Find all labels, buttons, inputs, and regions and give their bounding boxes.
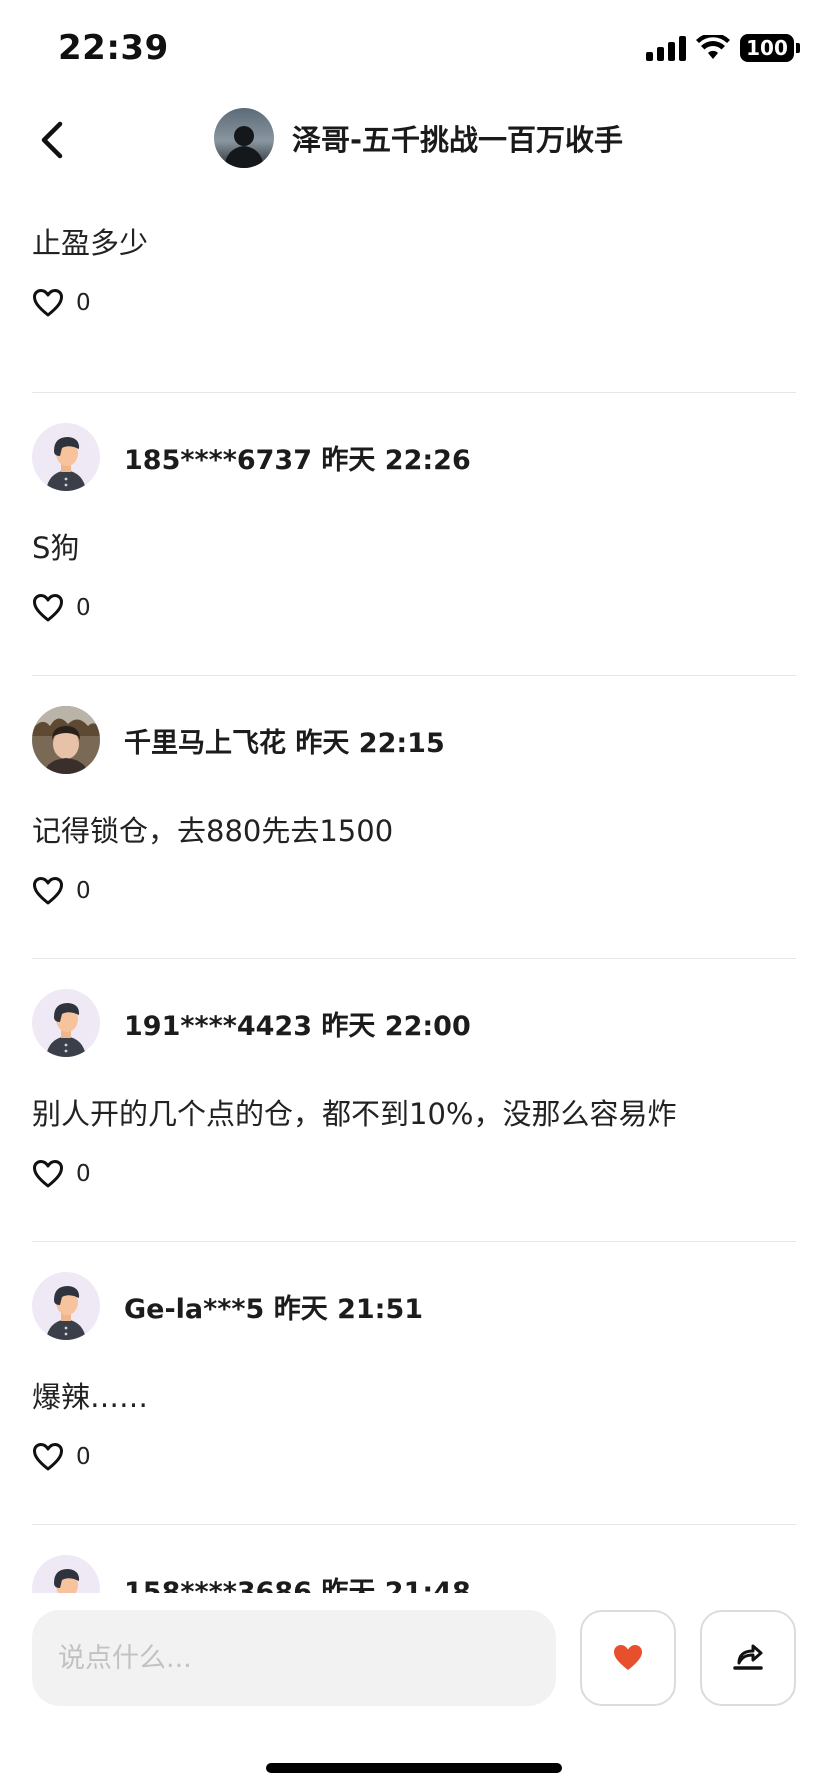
heart-filled-icon	[614, 1645, 642, 1670]
user-avatar[interactable]	[32, 1272, 100, 1340]
status-time: 22:39	[58, 28, 169, 68]
comment-item: 158****3686 昨天 21:48	[32, 1525, 796, 1593]
comment-list: 止盈多少 0 185****6737 昨天 22:26 S狗 0 千里马上飞花 昨天 22…	[0, 180, 828, 1593]
comment-like[interactable]: 0	[32, 288, 91, 318]
comment-like[interactable]: 0	[32, 1159, 91, 1189]
battery-icon: 100	[740, 34, 800, 62]
comment-like[interactable]: 0	[32, 876, 91, 906]
comment-item: 千里马上飞花 昨天 22:15 记得锁仓，去880先去1500 0	[32, 676, 796, 959]
share-icon	[733, 1644, 763, 1670]
default-avatar-icon	[46, 437, 86, 491]
default-avatar-icon	[54, 1569, 80, 1593]
heart-outline-icon	[33, 1160, 63, 1188]
nav-bar: 泽哥-五千挑战一百万收手	[0, 100, 828, 180]
like-count: 0	[76, 1444, 91, 1470]
screen: 22:39 100 泽哥-五千挑战一百万收手 止盈多少 0 185****673…	[0, 0, 828, 1792]
comment-text: 止盈多少	[32, 226, 149, 260]
comment-header: 千里马上飞花 昨天 22:15	[32, 706, 445, 774]
comment-like[interactable]: 0	[32, 593, 91, 623]
nav-center[interactable]: 泽哥-五千挑战一百万收手	[214, 108, 623, 168]
comment-item: Ge-la***5 昨天 21:51 爆辣…… 0	[32, 1242, 796, 1525]
user-avatar[interactable]	[32, 423, 100, 491]
comment-item: 191****4423 昨天 22:00 别人开的几个点的仓，都不到10%，没那么…	[32, 959, 796, 1242]
author-avatar[interactable]	[214, 108, 274, 168]
comment-author-time: 191****4423 昨天 22:00	[124, 1010, 471, 1042]
heart-outline-icon	[33, 877, 63, 905]
page-title: 泽哥-五千挑战一百万收手	[292, 123, 624, 157]
user-avatar[interactable]	[32, 706, 100, 774]
person-silhouette-icon	[224, 126, 264, 168]
status-bar: 22:39 100	[0, 0, 828, 100]
chevron-left-icon	[41, 121, 63, 159]
comment-feed[interactable]: 止盈多少 0 185****6737 昨天 22:26 S狗 0 千里马上飞花 昨天 22…	[0, 180, 828, 1593]
like-count: 0	[76, 878, 91, 904]
comment-header: 185****6737 昨天 22:26	[32, 423, 471, 491]
comment-header: 191****4423 昨天 22:00	[32, 989, 471, 1057]
status-icons: 100	[646, 34, 800, 62]
like-count: 0	[76, 290, 91, 316]
comment-text: 别人开的几个点的仓，都不到10%，没那么容易炸	[32, 1097, 677, 1131]
comment-item: 止盈多少 0	[32, 180, 796, 393]
heart-outline-icon	[33, 594, 63, 622]
comment-like[interactable]: 0	[32, 1442, 91, 1472]
photo-avatar-icon	[32, 706, 100, 774]
default-avatar-icon	[46, 1286, 86, 1340]
comment-author-time: 185****6737 昨天 22:26	[124, 444, 471, 476]
bottom-bar	[0, 1593, 828, 1792]
user-avatar[interactable]	[32, 989, 100, 1057]
comment-text: 记得锁仓，去880先去1500	[32, 814, 394, 848]
home-indicator	[266, 1763, 562, 1773]
comment-text: S狗	[32, 531, 80, 565]
heart-outline-icon	[33, 289, 63, 317]
share-button[interactable]	[700, 1610, 796, 1706]
default-avatar-icon	[46, 1003, 86, 1057]
comment-item: 185****6737 昨天 22:26 S狗 0	[32, 393, 796, 676]
cellular-signal-icon	[646, 35, 686, 61]
comment-author-time: 千里马上飞花 昨天 22:15	[124, 727, 445, 759]
comment-header: 158****3686 昨天 21:48	[32, 1555, 471, 1593]
wifi-icon	[696, 35, 730, 59]
back-button[interactable]	[26, 114, 78, 166]
comment-input[interactable]	[32, 1610, 556, 1706]
heart-outline-icon	[33, 1443, 63, 1471]
comment-author-time: 158****3686 昨天 21:48	[124, 1576, 471, 1594]
like-count: 0	[76, 595, 91, 621]
comment-header: Ge-la***5 昨天 21:51	[32, 1272, 423, 1340]
like-button[interactable]	[580, 1610, 676, 1706]
like-count: 0	[76, 1161, 91, 1187]
user-avatar[interactable]	[32, 1555, 100, 1593]
comment-text: 爆辣……	[32, 1380, 149, 1414]
comment-author-time: Ge-la***5 昨天 21:51	[124, 1293, 424, 1325]
